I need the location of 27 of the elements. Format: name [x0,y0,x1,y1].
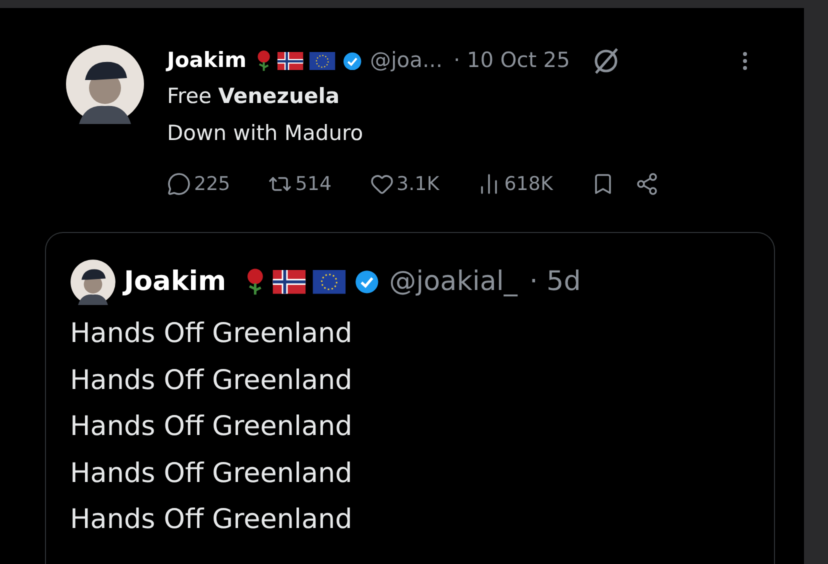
norway-flag-icon [270,270,307,294]
post-text-line: Hands Off Greenland [70,410,354,444]
eu-flag-icon [310,270,348,294]
post-time[interactable]: · 10 Oct 25 [454,45,570,77]
post-time: · 5d [529,264,581,299]
share-icon [634,172,659,196]
reply-button[interactable]: 225 [167,170,230,198]
author-name[interactable]: Joakim [167,45,246,77]
post-text-line: Hands Off Greenland [70,456,354,490]
repost-button[interactable]: 514 [268,170,332,198]
norway-flag-icon [276,52,305,70]
like-icon [370,172,394,196]
like-button[interactable]: 3.1K [370,170,440,198]
views-button[interactable]: 618K [477,170,553,198]
post-text-line: Hands Off Greenland [70,364,354,398]
post-text-line: Down with Maduro [167,120,364,147]
post-text-line: Hands Off Greenland [70,317,354,351]
author-handle: @joakial_ [389,264,518,299]
post-text-line: Free Venezuela [167,83,341,110]
quoted-post-card[interactable]: Joakim @joakial_ · 5d Hands Off Greenland Hands Off Greenland Hands Off Greenland Hands Off Greenland Hands Off Greenland [45,232,775,564]
post-text-line: Hands Off Greenland [70,503,354,537]
reply-icon [167,172,191,196]
share-button[interactable] [634,172,659,196]
eu-flag-icon [308,52,336,70]
author-name: Joakim [124,264,226,299]
avatar-photo [70,259,116,305]
author-handle[interactable]: @joa... [370,45,443,77]
